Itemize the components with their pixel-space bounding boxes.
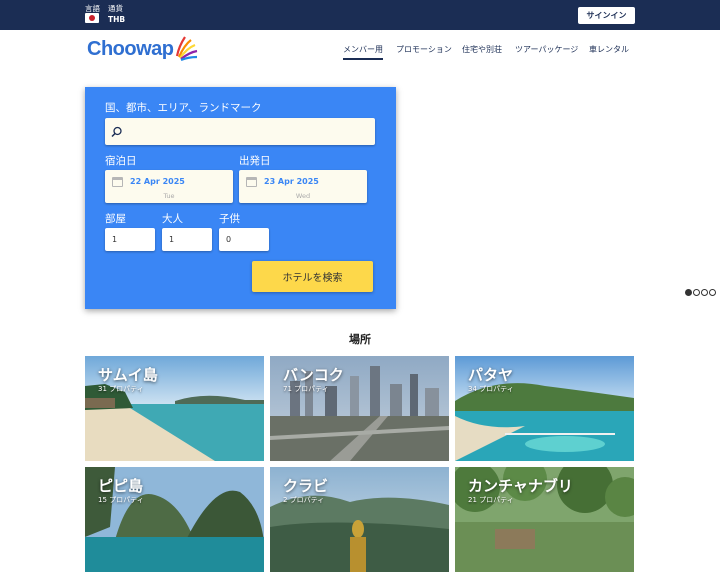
place-name: サムイ島 [98, 366, 158, 384]
search-hotels-button[interactable]: ホテルを検索 [252, 261, 373, 292]
place-name: クラビ [283, 477, 329, 495]
logo-text: Choowap [87, 38, 174, 60]
place-card-bangkok[interactable]: バンコク 71 プロパティ [270, 356, 449, 461]
place-property-count: 21 プロパティ [468, 496, 514, 504]
carousel-dot-4[interactable] [709, 289, 716, 296]
checkin-weekday: Tue [163, 192, 175, 200]
places-heading: 場所 [349, 333, 371, 346]
place-name: カンチャナブリ [468, 477, 573, 495]
calendar-icon [246, 177, 257, 187]
carousel-dot-2[interactable] [693, 289, 700, 296]
rooms-label: 部屋 [105, 213, 126, 225]
nav-member[interactable]: メンバー用 [343, 44, 383, 60]
currency-selector[interactable]: THB [108, 15, 125, 24]
japan-flag-icon[interactable] [85, 13, 99, 23]
rooms-select[interactable]: 1 [105, 228, 155, 251]
logo-feather-icon [175, 36, 198, 62]
place-name: バンコク [283, 366, 344, 384]
place-property-count: 15 プロパティ [98, 496, 144, 504]
adults-label: 大人 [162, 213, 183, 225]
destination-field[interactable] [105, 118, 375, 145]
destination-label: 国、都市、エリア、ランドマーク [105, 102, 262, 114]
place-property-count: 34 プロパティ [468, 385, 514, 393]
calendar-icon [112, 177, 123, 187]
place-property-count: 71 プロパティ [283, 385, 329, 393]
place-name: ピピ島 [98, 477, 144, 495]
hotel-search-panel: 国、都市、エリア、ランドマーク 宿泊日 出発日 22 Apr 2025 Tue … [85, 87, 396, 309]
nav-tour-packages[interactable]: ツアーパッケージ [515, 44, 578, 60]
checkout-date: 23 Apr 2025 [264, 177, 319, 186]
place-name: パタヤ [468, 366, 514, 384]
destination-input[interactable] [127, 122, 367, 140]
place-card-samui[interactable]: サムイ島 31 プロパティ [85, 356, 264, 461]
adults-select[interactable]: 1 [162, 228, 212, 251]
checkout-label: 出発日 [239, 155, 271, 167]
nav-car-rental[interactable]: 車レンタル [589, 44, 629, 60]
place-card-pattaya[interactable]: パタヤ 34 プロパティ [455, 356, 634, 461]
choowap-logo[interactable]: Choowap [87, 36, 202, 66]
place-card-krabi[interactable]: クラビ 2 プロパティ [270, 467, 449, 572]
place-card-kanchanaburi[interactable]: カンチャナブリ 21 プロパティ [455, 467, 634, 572]
checkout-date-field[interactable]: 23 Apr 2025 Wed [239, 170, 367, 203]
checkout-weekday: Wed [295, 192, 311, 200]
carousel-dot-1[interactable] [685, 289, 692, 296]
nav-homes-villas[interactable]: 住宅や別荘 [462, 44, 502, 60]
place-property-count: 2 プロパティ [283, 496, 325, 504]
place-property-count: 31 プロパティ [98, 385, 144, 393]
place-card-phi-phi[interactable]: ピピ島 15 プロパティ [85, 467, 264, 572]
checkin-label: 宿泊日 [105, 155, 137, 167]
top-bar: 言語 通貨 THB サインイン [0, 0, 720, 30]
checkin-date-field[interactable]: 22 Apr 2025 Tue [105, 170, 233, 203]
signin-button[interactable]: サインイン [578, 7, 635, 24]
checkin-date: 22 Apr 2025 [130, 177, 185, 186]
carousel-dot-3[interactable] [701, 289, 708, 296]
currency-label: 通貨 [108, 4, 123, 13]
search-icon [111, 126, 122, 138]
children-label: 子供 [219, 213, 240, 225]
children-select[interactable]: 0 [219, 228, 269, 251]
nav-promotion[interactable]: プロモーション [396, 44, 452, 60]
